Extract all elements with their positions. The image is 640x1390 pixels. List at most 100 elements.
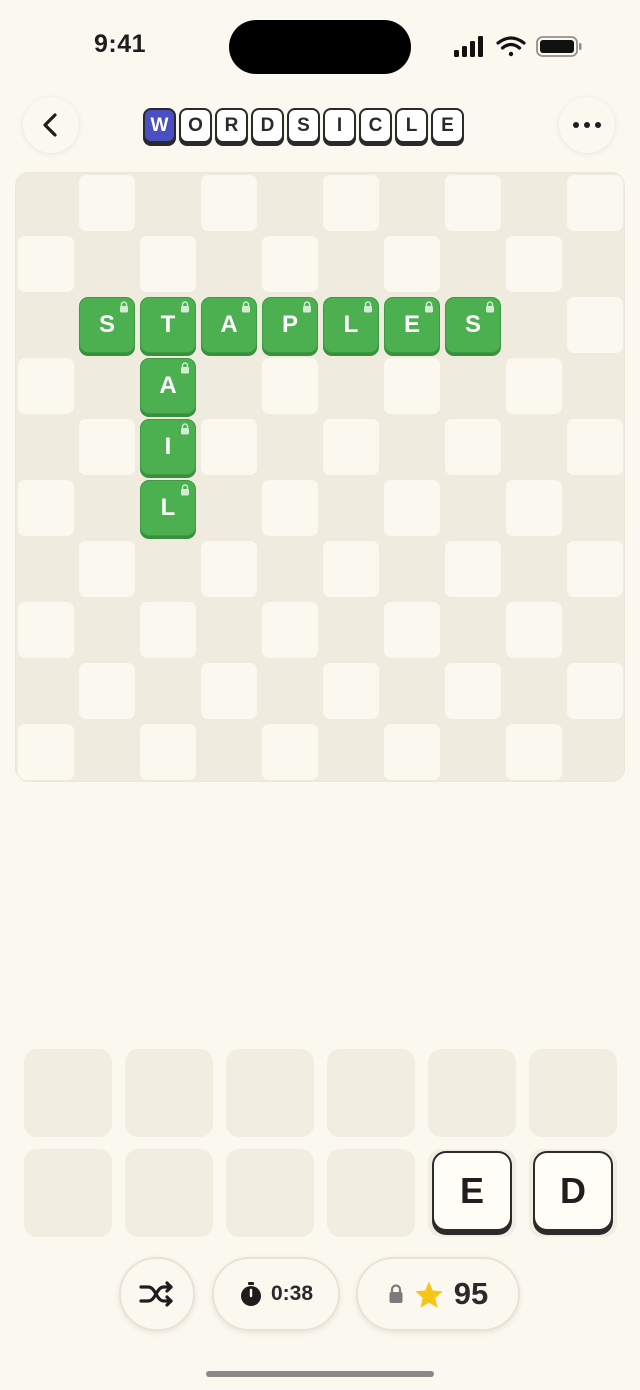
status-icons [454,36,582,57]
board-cell[interactable] [79,419,135,475]
board-cell[interactable] [567,175,623,231]
board-cell[interactable] [445,663,501,719]
rack-tile-letter: D [560,1170,586,1211]
board-cell[interactable] [384,602,440,658]
lock-icon [389,1284,403,1303]
board-cell[interactable] [262,480,318,536]
wordsicle-logo: W O R D S I C L E [143,108,464,144]
board-cell[interactable] [506,602,562,658]
logo-letter: W [143,108,176,143]
logo-letter: C [359,108,392,143]
board-tile: T [140,297,196,353]
timer-display: 0:38 [212,1257,340,1331]
battery-icon [536,36,582,57]
board-cell[interactable] [79,175,135,231]
logo-letter: L [395,108,428,143]
wifi-icon [496,36,526,57]
board-cell[interactable] [262,358,318,414]
board-cell[interactable] [79,541,135,597]
board-cell[interactable] [506,236,562,292]
board-cell[interactable] [506,724,562,780]
status-time: 9:41 [94,30,147,58]
tile-lock-icon [486,301,494,313]
rack-slot[interactable] [327,1149,415,1237]
board-tile: S [79,297,135,353]
board-cell[interactable] [323,663,379,719]
chevron-left-icon [43,113,57,137]
board-cell[interactable] [262,236,318,292]
shuffle-button[interactable] [119,1257,195,1331]
board-cell[interactable] [262,602,318,658]
rack-slot[interactable] [125,1049,213,1137]
rack-tile-letter: E [459,1170,484,1211]
board-cell[interactable] [567,663,623,719]
rack-slot[interactable] [529,1049,617,1137]
tile-lock-icon [181,484,189,496]
rack-slot[interactable] [226,1149,314,1237]
tile-lock-icon [242,301,250,313]
board-cell[interactable] [567,419,623,475]
board-cell[interactable] [384,724,440,780]
timer-value: 0:38 [270,1282,314,1305]
board-tile: E [384,297,440,353]
board-cell[interactable] [18,358,74,414]
board-tile: L [323,297,379,353]
tile-letter: P [281,311,298,338]
tile-letter: T [160,311,176,338]
tile-lock-icon [181,362,189,374]
rack-slot[interactable] [327,1049,415,1137]
rack-tile[interactable]: E [432,1151,512,1231]
game-board[interactable]: S T A P L E S A I L [15,172,625,782]
board-cell[interactable] [79,663,135,719]
board-cell[interactable] [323,541,379,597]
back-button[interactable] [23,97,79,153]
board-tile: L [140,480,196,536]
board-cell[interactable] [262,724,318,780]
logo-letter: O [179,108,212,143]
board-cell[interactable] [201,419,257,475]
board-tile: S [445,297,501,353]
stopwatch-icon [240,1282,261,1306]
logo-letter: D [251,108,284,143]
rack-slot[interactable] [24,1149,112,1237]
board-cell[interactable] [201,175,257,231]
board-cell[interactable] [140,724,196,780]
board-tile: A [140,358,196,414]
board-cell[interactable] [384,480,440,536]
board-cell[interactable] [201,541,257,597]
rack-slot[interactable] [125,1149,213,1237]
board-cell[interactable] [567,541,623,597]
rack-tile[interactable]: D [533,1151,613,1231]
board-cell[interactable] [445,419,501,475]
tile-letter: A [220,311,238,338]
rack-slot[interactable] [428,1049,516,1137]
board-cell[interactable] [567,297,623,353]
rack-slot[interactable] [226,1049,314,1137]
board-cell[interactable] [18,724,74,780]
tile-lock-icon [303,301,311,313]
board-cell[interactable] [323,175,379,231]
tile-lock-icon [120,301,128,313]
board-cell[interactable] [140,236,196,292]
more-button[interactable] [559,97,615,153]
board-cell[interactable] [506,480,562,536]
board-cell[interactable] [18,602,74,658]
rack-slot[interactable] [24,1049,112,1137]
board-cell[interactable] [201,663,257,719]
dynamic-island [229,20,411,74]
board-cell[interactable] [445,541,501,597]
board-cell[interactable] [445,175,501,231]
shuffle-icon [139,1281,173,1307]
board-cell[interactable] [323,419,379,475]
board-cell[interactable] [506,358,562,414]
tile-lock-icon [425,301,433,313]
signal-icon [454,36,483,57]
logo-letter: S [287,108,320,143]
board-cell[interactable] [18,236,74,292]
board-tile: P [262,297,318,353]
board-cell[interactable] [140,602,196,658]
board-cell[interactable] [384,358,440,414]
logo-letter: E [431,108,464,143]
board-cell[interactable] [384,236,440,292]
board-cell[interactable] [18,480,74,536]
